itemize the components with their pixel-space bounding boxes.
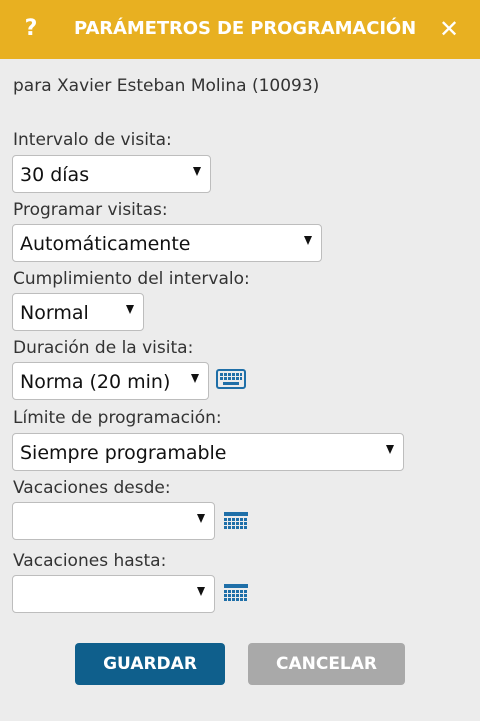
dialog-title: PARÁMETROS DE PROGRAMACIÓN: [74, 18, 417, 39]
vacation-from-label: Vacaciones desde:: [13, 478, 171, 498]
schedule-value: Automáticamente: [20, 233, 191, 255]
limit-value: Siempre programable: [20, 442, 227, 464]
dialog-titlebar: ? PARÁMETROS DE PROGRAMACIÓN ✕: [0, 0, 480, 59]
close-icon[interactable]: ✕: [438, 14, 460, 44]
chevron-down-icon: [197, 587, 205, 596]
chevron-down-icon: [197, 514, 205, 523]
schedule-select[interactable]: Automáticamente: [12, 224, 322, 262]
compliance-value: Normal: [20, 302, 89, 324]
vacation-to-select[interactable]: [12, 575, 215, 613]
duration-label: Duración de la visita:: [13, 338, 194, 358]
duration-value: Norma (20 min): [20, 371, 171, 393]
cancel-button[interactable]: CANCELAR: [248, 643, 405, 685]
interval-label: Intervalo de visita:: [13, 130, 172, 150]
compliance-select[interactable]: Normal: [12, 293, 144, 331]
compliance-label: Cumplimiento del intervalo:: [13, 269, 250, 289]
schedule-label: Programar visitas:: [13, 200, 168, 220]
dialog-subtitle: para Xavier Esteban Molina (10093): [13, 76, 320, 96]
chevron-down-icon: [191, 374, 199, 383]
duration-select[interactable]: Norma (20 min): [12, 362, 209, 400]
help-icon[interactable]: ?: [20, 14, 42, 44]
calendar-icon[interactable]: [222, 510, 252, 536]
chevron-down-icon: [193, 167, 201, 176]
keyboard-icon[interactable]: [216, 368, 246, 394]
chevron-down-icon: [304, 236, 312, 245]
interval-select[interactable]: 30 días: [12, 155, 211, 193]
calendar-icon[interactable]: [222, 582, 252, 608]
limit-select[interactable]: Siempre programable: [12, 433, 404, 471]
chevron-down-icon: [386, 445, 394, 454]
chevron-down-icon: [126, 305, 134, 314]
save-button[interactable]: GUARDAR: [75, 643, 225, 685]
vacation-to-label: Vacaciones hasta:: [13, 551, 167, 571]
interval-value: 30 días: [20, 164, 90, 186]
limit-label: Límite de programación:: [13, 408, 222, 428]
vacation-from-select[interactable]: [12, 502, 215, 540]
